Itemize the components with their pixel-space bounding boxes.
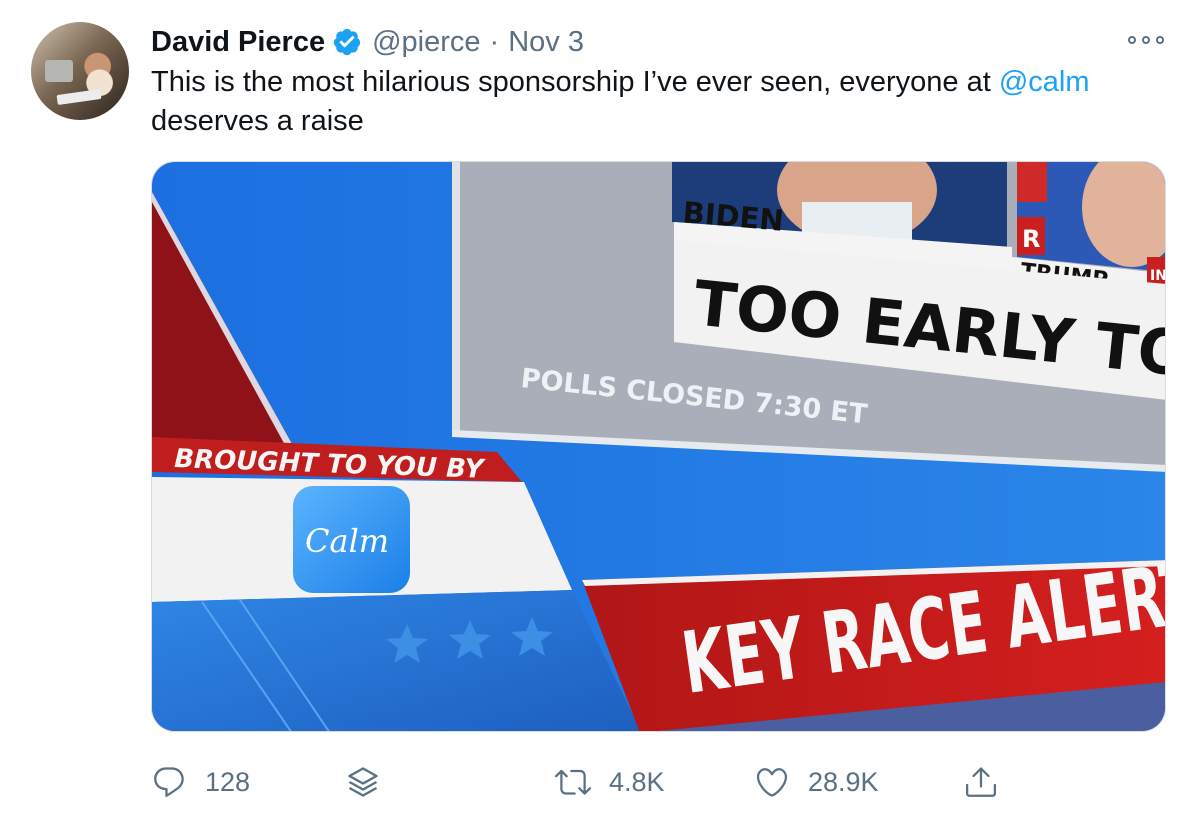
verified-icon (333, 28, 361, 56)
tweet-media-photo[interactable]: BIDEN R TRUMP IN TOO EARLY TO CA POLLS C… (151, 161, 1166, 732)
tweet-header: David Pierce @pierce · Nov 3 (151, 24, 584, 60)
retweet-icon (555, 769, 591, 795)
share-icon (966, 767, 996, 797)
like-icon (756, 768, 788, 797)
avatar-monitor (45, 60, 73, 82)
more-dot (1156, 36, 1164, 44)
reply-icon (154, 767, 184, 797)
stack-button[interactable] (345, 760, 381, 804)
tweet-text-end: deserves a raise (151, 105, 364, 137)
author-name[interactable]: David Pierce (151, 26, 325, 59)
avatar[interactable] (31, 22, 129, 120)
retweet-button[interactable]: 4.8K (555, 760, 665, 804)
reply-button[interactable]: 128 (151, 760, 250, 804)
tweet-text-start: This is the most hilarious sponsorship I… (151, 66, 999, 98)
reply-count: 128 (205, 766, 251, 797)
tweet-text: This is the most hilarious sponsorship I… (151, 63, 1161, 141)
tv-screen-photo: BIDEN R TRUMP IN TOO EARLY TO CA POLLS C… (152, 162, 1166, 731)
share-button[interactable] (963, 760, 999, 804)
tweet-date[interactable]: Nov 3 (508, 26, 584, 59)
like-button[interactable]: 28.9K (754, 760, 879, 804)
more-dot (1128, 36, 1136, 44)
author-handle[interactable]: @pierce (372, 26, 480, 59)
stack-icon (348, 767, 378, 797)
like-count: 28.9K (808, 766, 879, 797)
mention-link[interactable]: @calm (999, 66, 1090, 98)
retweet-count: 4.8K (609, 766, 665, 797)
separator-dot: · (489, 25, 500, 58)
avatar-keyboard (56, 88, 102, 106)
label-party-r: R (1022, 225, 1040, 253)
calm-wordmark: Calm (305, 522, 389, 560)
label-party-in: IN (1150, 268, 1166, 284)
more-dot (1142, 36, 1150, 44)
tweet-actions: 128 4.8K 28.9K (151, 760, 1021, 804)
more-icon[interactable] (1128, 30, 1164, 50)
